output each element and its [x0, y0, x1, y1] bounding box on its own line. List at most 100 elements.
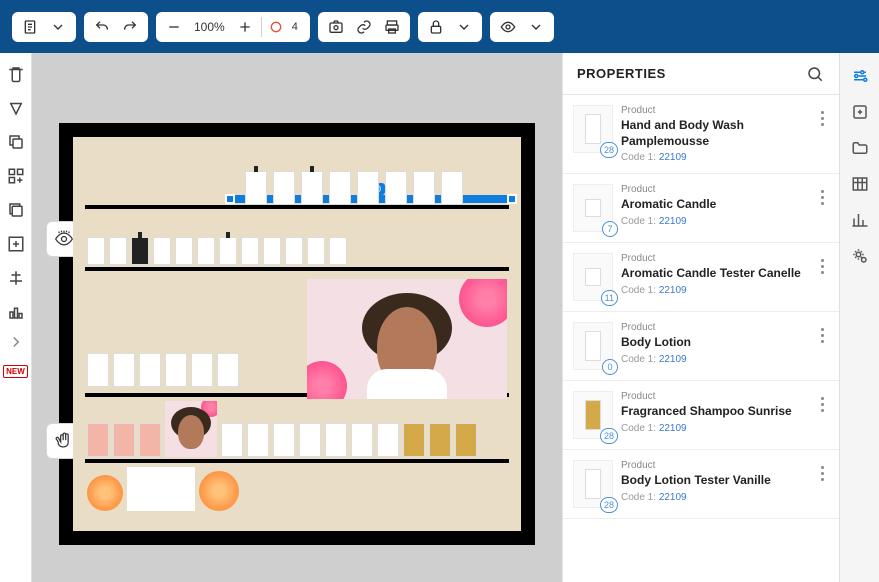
product-tile[interactable]	[429, 423, 451, 457]
folder-icon[interactable]	[849, 137, 871, 159]
product-tile[interactable]	[113, 423, 135, 457]
product-tile[interactable]	[245, 171, 267, 205]
product-tile[interactable]	[191, 353, 213, 387]
product-tile[interactable]	[403, 423, 425, 457]
undo-button[interactable]	[88, 13, 116, 41]
more-menu-icon[interactable]	[813, 184, 831, 205]
product-tile[interactable]	[87, 237, 105, 265]
lifestyle-photo[interactable]	[127, 467, 195, 511]
more-menu-icon[interactable]	[813, 253, 831, 274]
expand-icon[interactable]	[5, 233, 27, 255]
item-name: Aromatic Candle Tester Canelle	[621, 266, 805, 282]
more-menu-icon[interactable]	[813, 391, 831, 412]
product-tile[interactable]	[385, 171, 407, 205]
shelf-row[interactable]	[85, 403, 509, 463]
product-tile[interactable]	[455, 423, 477, 457]
product-thumbnail: 28	[573, 391, 613, 439]
copy-icon[interactable]	[5, 131, 27, 153]
analytics-icon[interactable]	[849, 209, 871, 231]
product-tile[interactable]	[299, 423, 321, 457]
shelf-row[interactable]	[85, 277, 509, 397]
item-code: Code 1: 22109	[621, 152, 805, 163]
product-tile[interactable]	[87, 423, 109, 457]
product-tile[interactable]	[165, 353, 187, 387]
product-tile[interactable]	[175, 237, 193, 265]
document-icon[interactable]	[16, 13, 44, 41]
shelf-row[interactable]	[85, 161, 509, 209]
product-tile[interactable]	[285, 237, 303, 265]
shelf-row[interactable]	[85, 469, 509, 513]
settings-gear-icon[interactable]	[849, 245, 871, 267]
more-menu-icon[interactable]	[813, 105, 831, 126]
product-tile[interactable]	[219, 237, 237, 265]
redo-button[interactable]	[116, 13, 144, 41]
grid-add-icon[interactable]	[5, 165, 27, 187]
add-page-icon[interactable]	[849, 101, 871, 123]
camera-icon[interactable]	[322, 13, 350, 41]
product-tile[interactable]	[139, 353, 161, 387]
chart-stats-icon[interactable]	[5, 301, 27, 323]
product-tile[interactable]	[131, 237, 149, 265]
lifestyle-photo[interactable]	[165, 401, 217, 457]
product-tile[interactable]	[273, 171, 295, 205]
product-tile[interactable]	[241, 237, 259, 265]
property-item[interactable]: 28 Product Hand and Body Wash Pamplemous…	[563, 95, 839, 174]
eye-icon[interactable]	[494, 13, 522, 41]
product-tile[interactable]	[87, 353, 109, 387]
product-tile[interactable]	[441, 171, 463, 205]
zoom-level[interactable]: 100%	[188, 20, 231, 34]
canvas-area[interactable]: 1210	[32, 53, 562, 582]
trash-icon[interactable]	[5, 63, 27, 85]
product-tile[interactable]	[301, 171, 323, 205]
product-tile[interactable]	[263, 237, 281, 265]
property-item[interactable]: 0 Product Body Lotion Code 1: 22109	[563, 312, 839, 381]
property-item[interactable]: 7 Product Aromatic Candle Code 1: 22109	[563, 174, 839, 243]
link-icon[interactable]	[350, 13, 378, 41]
property-item[interactable]: 28 Product Fragranced Shampoo Sunrise Co…	[563, 381, 839, 450]
product-tile[interactable]	[109, 237, 127, 265]
chevron-right-icon[interactable]	[5, 331, 27, 353]
product-thumbnail: 28	[573, 105, 613, 153]
product-tile[interactable]	[325, 423, 347, 457]
more-menu-icon[interactable]	[813, 460, 831, 481]
product-tile[interactable]	[221, 423, 243, 457]
lock-icon[interactable]	[422, 13, 450, 41]
chevron-down-icon[interactable]	[44, 13, 72, 41]
product-tile[interactable]	[329, 237, 347, 265]
product-tile[interactable]	[273, 423, 295, 457]
product-tile[interactable]	[197, 237, 215, 265]
product-tile[interactable]	[357, 171, 379, 205]
chevron-down-icon[interactable]	[522, 13, 550, 41]
table-icon[interactable]	[849, 173, 871, 195]
notifications-button[interactable]: 4	[264, 13, 306, 41]
print-icon[interactable]	[378, 13, 406, 41]
chevron-down-icon[interactable]	[450, 13, 478, 41]
item-type: Product	[621, 184, 805, 195]
product-tile[interactable]	[217, 353, 239, 387]
sliders-icon[interactable]	[849, 65, 871, 87]
layers-copy-icon[interactable]	[5, 199, 27, 221]
format-paint-icon[interactable]	[5, 97, 27, 119]
more-menu-icon[interactable]	[813, 322, 831, 343]
shelf-row[interactable]	[85, 215, 509, 271]
product-tile[interactable]	[329, 171, 351, 205]
product-tile[interactable]	[377, 423, 399, 457]
product-tile[interactable]	[351, 423, 373, 457]
product-tile[interactable]	[413, 171, 435, 205]
decor-flower	[199, 471, 239, 511]
product-tile[interactable]	[307, 237, 325, 265]
lifestyle-photo[interactable]	[307, 279, 507, 399]
zoom-in-button[interactable]	[231, 13, 259, 41]
product-tile[interactable]	[139, 423, 161, 457]
align-center-icon[interactable]	[5, 267, 27, 289]
zoom-out-button[interactable]	[160, 13, 188, 41]
product-tile[interactable]	[153, 237, 171, 265]
property-item[interactable]: 28 Product Body Lotion Tester Vanille Co…	[563, 450, 839, 519]
product-tile[interactable]	[247, 423, 269, 457]
product-tile[interactable]	[113, 353, 135, 387]
planogram-canvas[interactable]: 1210	[59, 123, 535, 545]
property-item[interactable]: 11 Product Aromatic Candle Tester Canell…	[563, 243, 839, 312]
search-icon[interactable]	[805, 64, 825, 84]
new-badge-icon[interactable]: NEW	[3, 365, 28, 378]
properties-list[interactable]: 28 Product Hand and Body Wash Pamplemous…	[563, 95, 839, 582]
